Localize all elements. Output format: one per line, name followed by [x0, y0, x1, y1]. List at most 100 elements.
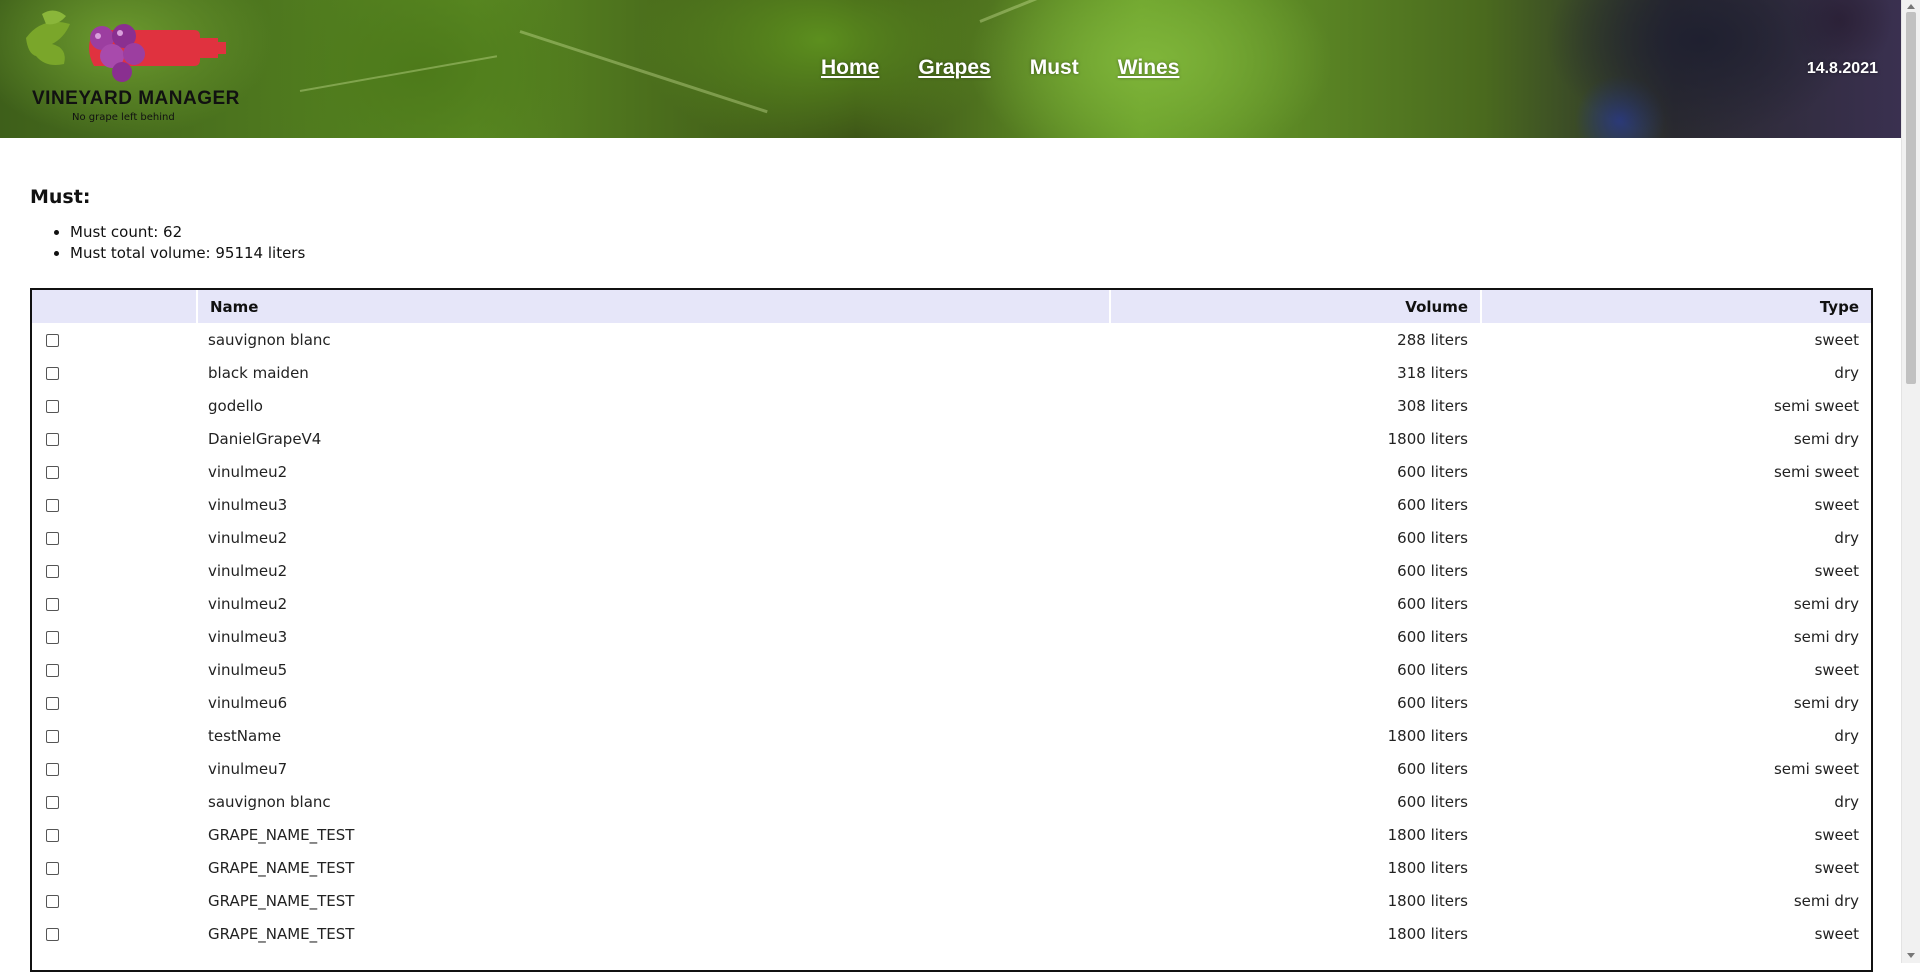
site-logo[interactable]: VINEYARD MANAGER No grape left behind [24, 8, 239, 128]
checkbox-icon[interactable] [46, 465, 59, 479]
row-select-cell [32, 818, 196, 851]
table-row: sauvignon blanc 288 liters sweet [32, 323, 1871, 356]
nav-home-link[interactable]: Home [821, 56, 879, 80]
type-column-header[interactable]: Type [1480, 290, 1871, 323]
name-column-header[interactable]: Name [196, 290, 1109, 323]
brand-tagline: No grape left behind [72, 112, 175, 123]
must-volume-cell: 318 liters [1397, 363, 1468, 382]
row-select-cell [32, 785, 196, 818]
leaf-vein-decoration [299, 55, 498, 92]
leaf-vein-decoration [979, 0, 1204, 23]
must-count-stat: Must count: 62 [70, 222, 1873, 243]
must-type-cell: sweet [1814, 561, 1859, 580]
leaf-vein-decoration [519, 30, 768, 114]
nav-must-link[interactable]: Must [1030, 56, 1079, 80]
checkbox-icon[interactable] [46, 333, 59, 347]
volume-column-header[interactable]: Volume [1109, 290, 1480, 323]
table-row: vinulmeu3 600 liters sweet [32, 488, 1871, 521]
scroll-thumb[interactable] [1906, 12, 1916, 384]
checkbox-icon[interactable] [46, 927, 59, 941]
must-name-cell: sauvignon blanc [208, 330, 331, 349]
must-volume-cell: 1800 liters [1387, 924, 1468, 943]
checkbox-icon[interactable] [46, 762, 59, 776]
nav-grapes-link[interactable]: Grapes [918, 56, 990, 80]
table-row: GRAPE_NAME_TEST 1800 liters sweet [32, 851, 1871, 884]
must-type-cell: dry [1834, 726, 1859, 745]
checkbox-icon[interactable] [46, 630, 59, 644]
must-volume-cell: 600 liters [1397, 561, 1468, 580]
table-row: sauvignon blanc 600 liters dry [32, 785, 1871, 818]
must-name-cell: vinulmeu5 [208, 660, 288, 679]
must-volume-cell: 600 liters [1397, 528, 1468, 547]
checkbox-icon[interactable] [46, 432, 59, 446]
table-row: vinulmeu2 600 liters sweet [32, 554, 1871, 587]
checkbox-icon[interactable] [46, 795, 59, 809]
checkbox-icon[interactable] [46, 564, 59, 578]
must-volume-cell: 600 liters [1397, 495, 1468, 514]
must-volume-cell: 1800 liters [1387, 858, 1468, 877]
row-select-cell [32, 356, 196, 389]
row-select-cell [32, 719, 196, 752]
row-select-cell [32, 554, 196, 587]
page-scrollbar[interactable] [1901, 0, 1920, 963]
must-type-cell: semi dry [1793, 429, 1859, 448]
must-name-cell: godello [208, 396, 263, 415]
must-type-cell: semi dry [1793, 891, 1859, 910]
must-name-cell: black maiden [208, 363, 309, 382]
must-type-cell: sweet [1814, 330, 1859, 349]
table-row: vinulmeu5 600 liters sweet [32, 653, 1871, 686]
grape-bottle-logo-icon [26, 10, 226, 82]
must-type-cell: semi dry [1793, 594, 1859, 613]
table-row: vinulmeu2 600 liters dry [32, 521, 1871, 554]
must-type-cell: sweet [1814, 858, 1859, 877]
row-select-cell [32, 620, 196, 653]
must-volume-cell: 600 liters [1397, 627, 1468, 646]
table-row: vinulmeu2 600 liters semi dry [32, 587, 1871, 620]
row-select-cell [32, 323, 196, 356]
table-row: vinulmeu3 600 liters semi dry [32, 620, 1871, 653]
scroll-up-icon[interactable] [1907, 4, 1915, 9]
table-row: vinulmeu7 600 liters semi sweet [32, 752, 1871, 785]
must-stats-list: Must count: 62 Must total volume: 95114 … [30, 222, 1873, 264]
must-type-cell: dry [1834, 792, 1859, 811]
table-row: GRAPE_NAME_TEST 1800 liters sweet [32, 917, 1871, 950]
must-type-cell: semi dry [1793, 627, 1859, 646]
checkbox-icon[interactable] [46, 498, 59, 512]
must-name-cell: GRAPE_NAME_TEST [208, 891, 355, 910]
table-row: GRAPE_NAME_TEST 1800 liters sweet [32, 818, 1871, 851]
main-content: Must: Must count: 62 Must total volume: … [30, 186, 1873, 264]
table-row: DanielGrapeV4 1800 liters semi dry [32, 422, 1871, 455]
must-name-cell: vinulmeu2 [208, 462, 288, 481]
checkbox-icon[interactable] [46, 531, 59, 545]
row-select-cell [32, 389, 196, 422]
must-name-cell: testName [208, 726, 282, 745]
checkbox-icon[interactable] [46, 399, 59, 413]
scroll-down-icon[interactable] [1907, 953, 1915, 958]
checkbox-icon[interactable] [46, 663, 59, 677]
nav-wines-link[interactable]: Wines [1118, 56, 1180, 80]
checkbox-icon[interactable] [46, 696, 59, 710]
must-name-cell: vinulmeu6 [208, 693, 288, 712]
must-type-cell: sweet [1814, 660, 1859, 679]
must-type-cell: semi sweet [1773, 759, 1859, 778]
checkbox-icon[interactable] [46, 597, 59, 611]
table-row: godello 308 liters semi sweet [32, 389, 1871, 422]
must-volume-cell: 308 liters [1397, 396, 1468, 415]
must-type-cell: semi sweet [1773, 396, 1859, 415]
must-volume-stat: Must total volume: 95114 liters [70, 243, 1873, 264]
checkbox-icon[interactable] [46, 828, 59, 842]
row-select-cell [32, 488, 196, 521]
checkbox-icon[interactable] [46, 894, 59, 908]
table-row: testName 1800 liters dry [32, 719, 1871, 752]
must-type-cell: dry [1834, 528, 1859, 547]
must-name-cell: GRAPE_NAME_TEST [208, 858, 355, 877]
must-name-cell: vinulmeu2 [208, 528, 288, 547]
select-column-header [32, 290, 196, 323]
row-select-cell [32, 884, 196, 917]
table-row: vinulmeu2 600 liters semi sweet [32, 455, 1871, 488]
row-select-cell [32, 422, 196, 455]
checkbox-icon[interactable] [46, 366, 59, 380]
must-name-cell: GRAPE_NAME_TEST [208, 825, 355, 844]
checkbox-icon[interactable] [46, 729, 59, 743]
checkbox-icon[interactable] [46, 861, 59, 875]
